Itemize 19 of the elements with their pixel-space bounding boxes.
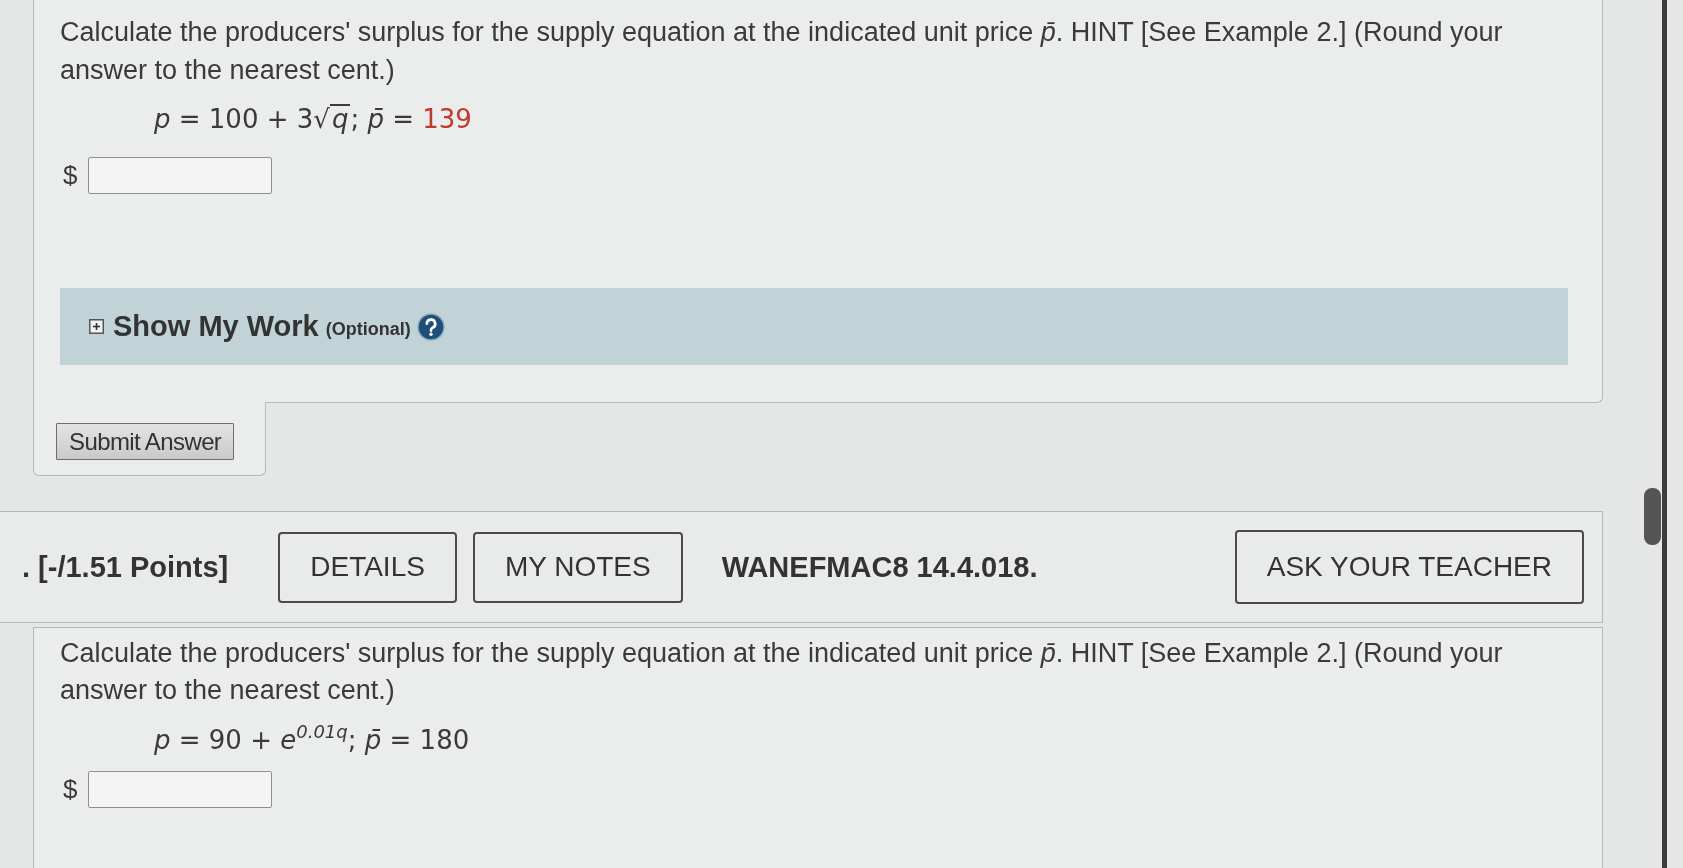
optional-note: (Optional): [325, 319, 411, 340]
help-icon[interactable]: [416, 312, 445, 341]
question-text: Calculate the producers' surplus for the supply equation at the indicated unit price p̄. HINT [See Example 2.] (Round your answer to the nearest cent.): [60, 637, 1504, 707]
plus-box-icon[interactable]: [89, 319, 104, 334]
ask-teacher-button[interactable]: ASK YOUR TEACHER: [1234, 530, 1584, 604]
math-equation: p = 90 + e$^{0.01q}$; p̄ = 180: [154, 722, 470, 757]
scrollbar-thumb[interactable]: [1644, 488, 1661, 545]
question-points: . [-/1.51 Points]: [22, 550, 229, 584]
notes-button[interactable]: MY NOTES: [472, 531, 683, 603]
show-my-work-link[interactable]: Show My Work: [113, 310, 319, 343]
submit-answer-button[interactable]: Submit Answer: [56, 423, 235, 460]
currency-symbol: $: [63, 774, 78, 805]
answer-input[interactable]: [88, 157, 273, 194]
answer-input[interactable]: [88, 771, 273, 808]
question-code: WANEFMAC8 14.4.018.: [721, 550, 1038, 584]
currency-symbol: $: [63, 160, 78, 191]
question-text: Calculate the producers' surplus for the supply equation at the indicated unit price p̄. HINT [See Example 2.] (Round your answer to the nearest cent.): [60, 16, 1504, 87]
math-equation: p = 100 + 3√q; p̄ = 139: [154, 103, 472, 136]
details-button[interactable]: DETAILS: [278, 531, 457, 603]
